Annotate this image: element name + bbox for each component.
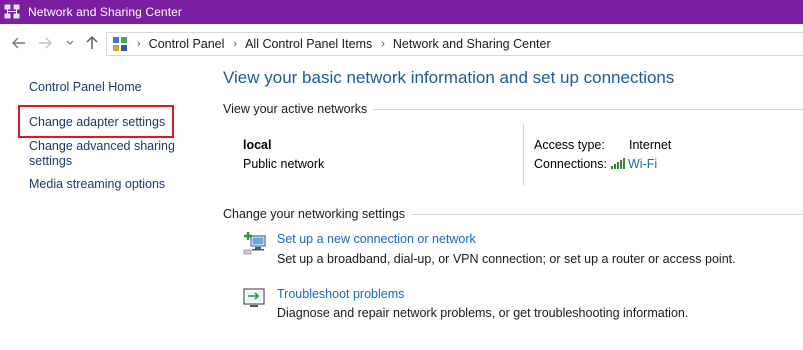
up-arrow-icon[interactable] (84, 34, 100, 52)
page-title: View your basic network information and … (223, 68, 675, 87)
breadcrumb-network-center[interactable]: Network and Sharing Center (393, 37, 551, 51)
control-panel-home-link[interactable]: Control Panel Home (29, 80, 142, 95)
wifi-connection[interactable]: Wi-Fi (611, 157, 657, 171)
network-divider (523, 124, 524, 186)
back-arrow-icon[interactable] (10, 34, 28, 52)
breadcrumb-all-items[interactable]: All Control Panel Items (245, 37, 372, 51)
breadcrumb-separator-icon: › (233, 38, 238, 50)
navigation-bar: › Control Panel › All Control Panel Item… (0, 24, 803, 62)
access-type-label: Access type: (534, 138, 605, 152)
troubleshoot-icon[interactable] (242, 286, 268, 312)
connections-label: Connections: (534, 157, 607, 171)
change-advanced-sharing-link[interactable]: Change advanced sharing settings (29, 139, 175, 169)
network-center-icon (4, 4, 20, 20)
setup-new-connection-link[interactable]: Set up a new connection or network (277, 232, 476, 246)
link-line: settings (29, 154, 73, 168)
left-pane: Control Panel Home Change adapter settin… (0, 62, 205, 350)
wifi-signal-icon (611, 158, 625, 169)
breadcrumb-control-panel[interactable]: Control Panel (149, 37, 225, 51)
wifi-link[interactable]: Wi-Fi (628, 157, 657, 171)
network-type: Public network (243, 157, 325, 171)
window-title: Network and Sharing Center (28, 5, 183, 19)
change-adapter-settings-link[interactable]: Change adapter settings (29, 115, 165, 130)
troubleshoot-problems-description: Diagnose and repair network problems, or… (277, 306, 689, 320)
troubleshoot-problems-link[interactable]: Troubleshoot problems (277, 287, 404, 301)
networking-settings-heading: Change your networking settings (223, 207, 412, 221)
access-type-value: Internet (629, 138, 672, 152)
new-connection-icon[interactable] (242, 230, 268, 256)
control-panel-icon (112, 36, 128, 52)
chevron-down-icon[interactable] (64, 34, 76, 52)
active-networks-heading: View your active networks (223, 102, 374, 116)
forward-arrow-icon[interactable] (36, 34, 54, 52)
media-streaming-options-link[interactable]: Media streaming options (29, 177, 165, 192)
address-bar[interactable]: › Control Panel › All Control Panel Item… (106, 32, 803, 56)
link-line: Change advanced sharing (29, 139, 175, 153)
network-name: local (243, 138, 272, 152)
breadcrumb-separator-icon: › (137, 38, 141, 50)
title-bar: Network and Sharing Center (0, 0, 803, 24)
breadcrumb-separator-icon: › (381, 38, 385, 50)
setup-new-connection-description: Set up a broadband, dial-up, or VPN conn… (277, 252, 736, 266)
